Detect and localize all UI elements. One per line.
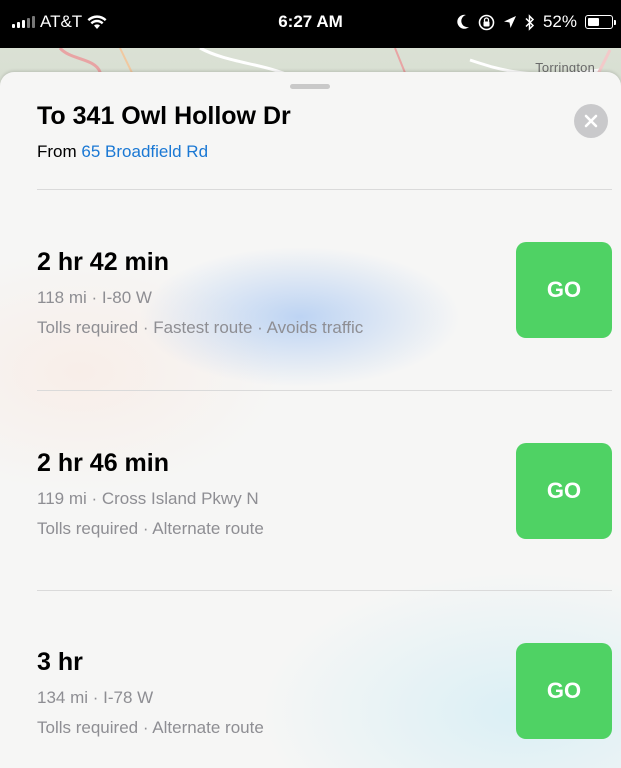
- battery-fill: [588, 18, 599, 26]
- directions-card: To 341 Owl Hollow Dr From 65 Broadfield …: [0, 72, 621, 768]
- moon-icon: [457, 14, 469, 29]
- close-icon: [584, 114, 598, 128]
- destination-title: To 341 Owl Hollow Dr: [37, 102, 291, 130]
- origin-prefix: From: [37, 142, 77, 161]
- divider: [37, 590, 612, 591]
- sheet-grabber-handle[interactable]: [290, 84, 330, 89]
- go-button[interactable]: GO: [516, 643, 612, 739]
- close-button[interactable]: [574, 104, 608, 138]
- divider: [37, 189, 612, 190]
- maps-directions-screen: Torrington AT&T 6:27 AM 52% To 341 Owl H…: [0, 0, 621, 768]
- route-distance-road: 134 mi · I-78 W: [37, 688, 154, 707]
- route-duration: 2 hr 42 min: [37, 248, 169, 276]
- route-details: Tolls required · Alternate route: [37, 519, 264, 538]
- route-duration: 3 hr: [37, 648, 83, 676]
- route-option-1[interactable]: 2 hr 42 min 118 mi · I-80 W Tolls requir…: [37, 242, 612, 368]
- route-option-3[interactable]: 3 hr 134 mi · I-78 W Tolls required · Al…: [37, 643, 612, 768]
- route-distance-road: 119 mi · Cross Island Pkwy N: [37, 489, 259, 508]
- origin-line: From 65 Broadfield Rd: [37, 142, 208, 162]
- bluetooth-icon: [525, 13, 535, 31]
- route-duration: 2 hr 46 min: [37, 449, 169, 477]
- route-details: Tolls required · Alternate route: [37, 718, 264, 737]
- status-bar-right: 52%: [456, 12, 616, 32]
- go-button[interactable]: GO: [516, 242, 612, 338]
- status-bar: AT&T 6:27 AM 52%: [0, 0, 621, 48]
- origin-address-link[interactable]: 65 Broadfield Rd: [81, 142, 208, 161]
- battery-icon: [585, 15, 616, 29]
- route-distance-road: 118 mi · I-80 W: [37, 288, 152, 307]
- orientation-lock-icon: [478, 14, 495, 30]
- battery-percent: 52%: [542, 12, 577, 31]
- route-option-2[interactable]: 2 hr 46 min 119 mi · Cross Island Pkwy N…: [37, 443, 612, 569]
- route-details: Tolls required · Fastest route · Avoids …: [37, 318, 364, 337]
- divider: [37, 390, 612, 391]
- location-icon: [503, 15, 516, 28]
- go-button[interactable]: GO: [516, 443, 612, 539]
